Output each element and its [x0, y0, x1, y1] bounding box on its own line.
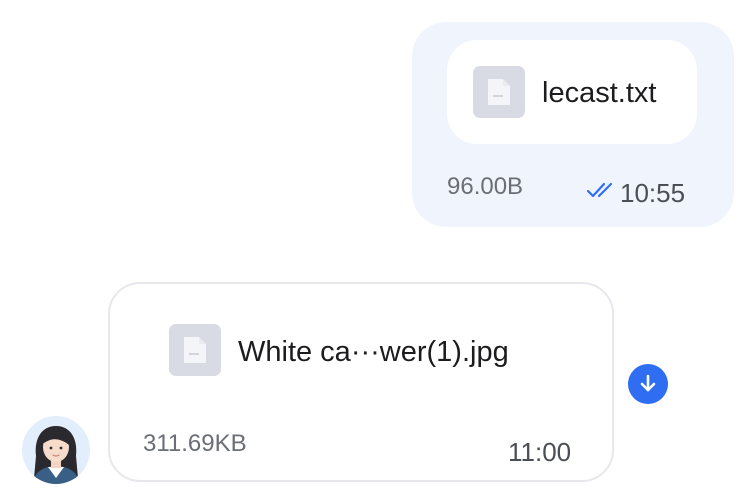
- received-file-name[interactable]: White ca···wer(1).jpg: [238, 334, 509, 370]
- file-icon: [473, 66, 525, 118]
- file-icon: [169, 324, 221, 376]
- sent-file-name[interactable]: lecast.txt: [542, 75, 656, 111]
- download-button[interactable]: [628, 364, 668, 404]
- double-check-icon: [586, 182, 613, 198]
- download-icon: [640, 374, 656, 392]
- received-file-size: 311.69KB: [143, 430, 247, 457]
- sent-file-size: 96.00B: [447, 173, 524, 200]
- sent-time: 10:55: [620, 178, 686, 208]
- received-time: 11:00: [508, 437, 572, 467]
- user-avatar[interactable]: [22, 416, 90, 484]
